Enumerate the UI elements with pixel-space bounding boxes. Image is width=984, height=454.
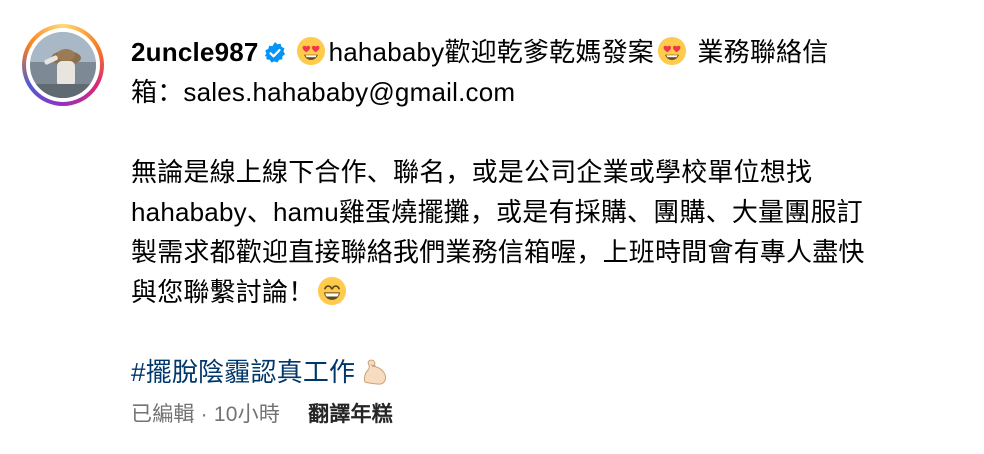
avatar[interactable] (30, 32, 96, 98)
edited-label: 已編輯 (131, 403, 195, 426)
caption-line-last: 與您聯繫討論！ (131, 272, 951, 312)
post-meta: 已編輯 · 10小時 翻譯年糕 (131, 400, 951, 430)
heart-eyes-emoji (657, 36, 687, 66)
bio-line-1: hahababy歡迎乾爹乾媽發案 (328, 37, 654, 67)
meta-separator: · (200, 403, 208, 426)
caption-header-line: 2uncle987 hahababy歡迎乾爹乾媽發案 業務聯絡信 (131, 32, 951, 72)
caption-line: 與您聯繫討論！ (131, 277, 315, 307)
verified-badge-icon (264, 42, 285, 63)
caption-line: 製需求都歡迎直接聯絡我們業務信箱喔，上班時間會有專人盡快 (131, 237, 865, 267)
avatar-story-ring[interactable] (22, 24, 104, 106)
heart-eyes-emoji (296, 36, 325, 66)
hashtag-line: #擺脫陰霾認真工作 (131, 352, 951, 392)
grinning-emoji (318, 276, 347, 306)
bio-line-1b: 業務聯絡信 (697, 37, 829, 67)
caption-paragraph: 無論是線上線下合作、聯名，或是公司企業或學校單位想找 hahababy、hamu… (131, 152, 951, 312)
hashtag-link[interactable]: #擺脫陰霾認真工作 (131, 357, 355, 387)
timestamp[interactable]: 10小時 (214, 403, 280, 426)
caption-line: 無論是線上線下合作、聯名，或是公司企業或學校單位想找 (131, 157, 813, 187)
avatar-image (30, 32, 96, 98)
flexed-biceps-emoji (364, 359, 387, 385)
translate-button[interactable]: 翻譯年糕 (308, 403, 393, 426)
username-link[interactable]: 2uncle987 (131, 37, 259, 67)
caption-line: hahababy、hamu雞蛋燒擺攤，或是有採購、團購、大量團服訂 (131, 197, 863, 227)
post-caption: 2uncle987 hahababy歡迎乾爹乾媽發案 業務聯絡信 箱：sales.… (0, 0, 984, 454)
bio-line-2: 箱：sales.hahababy@gmail.com (131, 77, 516, 107)
